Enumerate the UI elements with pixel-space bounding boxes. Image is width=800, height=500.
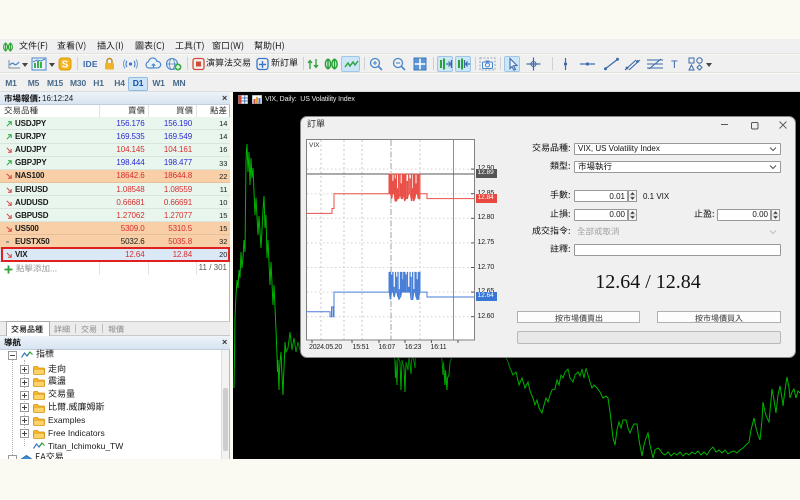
svg-text:S: S [62,60,69,71]
